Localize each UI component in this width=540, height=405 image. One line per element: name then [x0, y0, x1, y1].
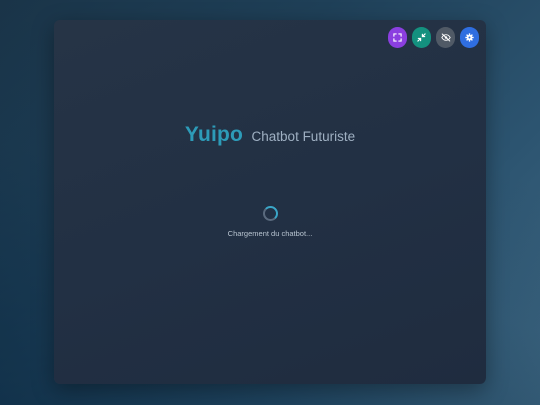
window-controls	[388, 27, 479, 48]
spinner-icon	[262, 206, 278, 221]
settings-button[interactable]	[460, 27, 479, 48]
loading-text: Chargement du chatbot...	[227, 229, 313, 238]
minimize-button[interactable]	[412, 27, 431, 48]
brand-subtitle: Chatbot Futuriste	[251, 129, 356, 144]
hide-button[interactable]	[436, 27, 455, 48]
loading-indicator: Chargement du chatbot...	[54, 206, 486, 238]
expand-icon	[393, 33, 402, 42]
header: Yuipo Chatbot Futuriste	[54, 123, 486, 147]
brand-title: Yuipo	[184, 123, 244, 146]
gear-icon	[465, 33, 474, 42]
chatbot-panel: Yuipo Chatbot Futuriste Chargement du ch…	[54, 20, 486, 384]
collapse-icon	[417, 33, 426, 42]
fullscreen-button[interactable]	[388, 27, 407, 48]
eye-off-icon	[440, 33, 451, 42]
